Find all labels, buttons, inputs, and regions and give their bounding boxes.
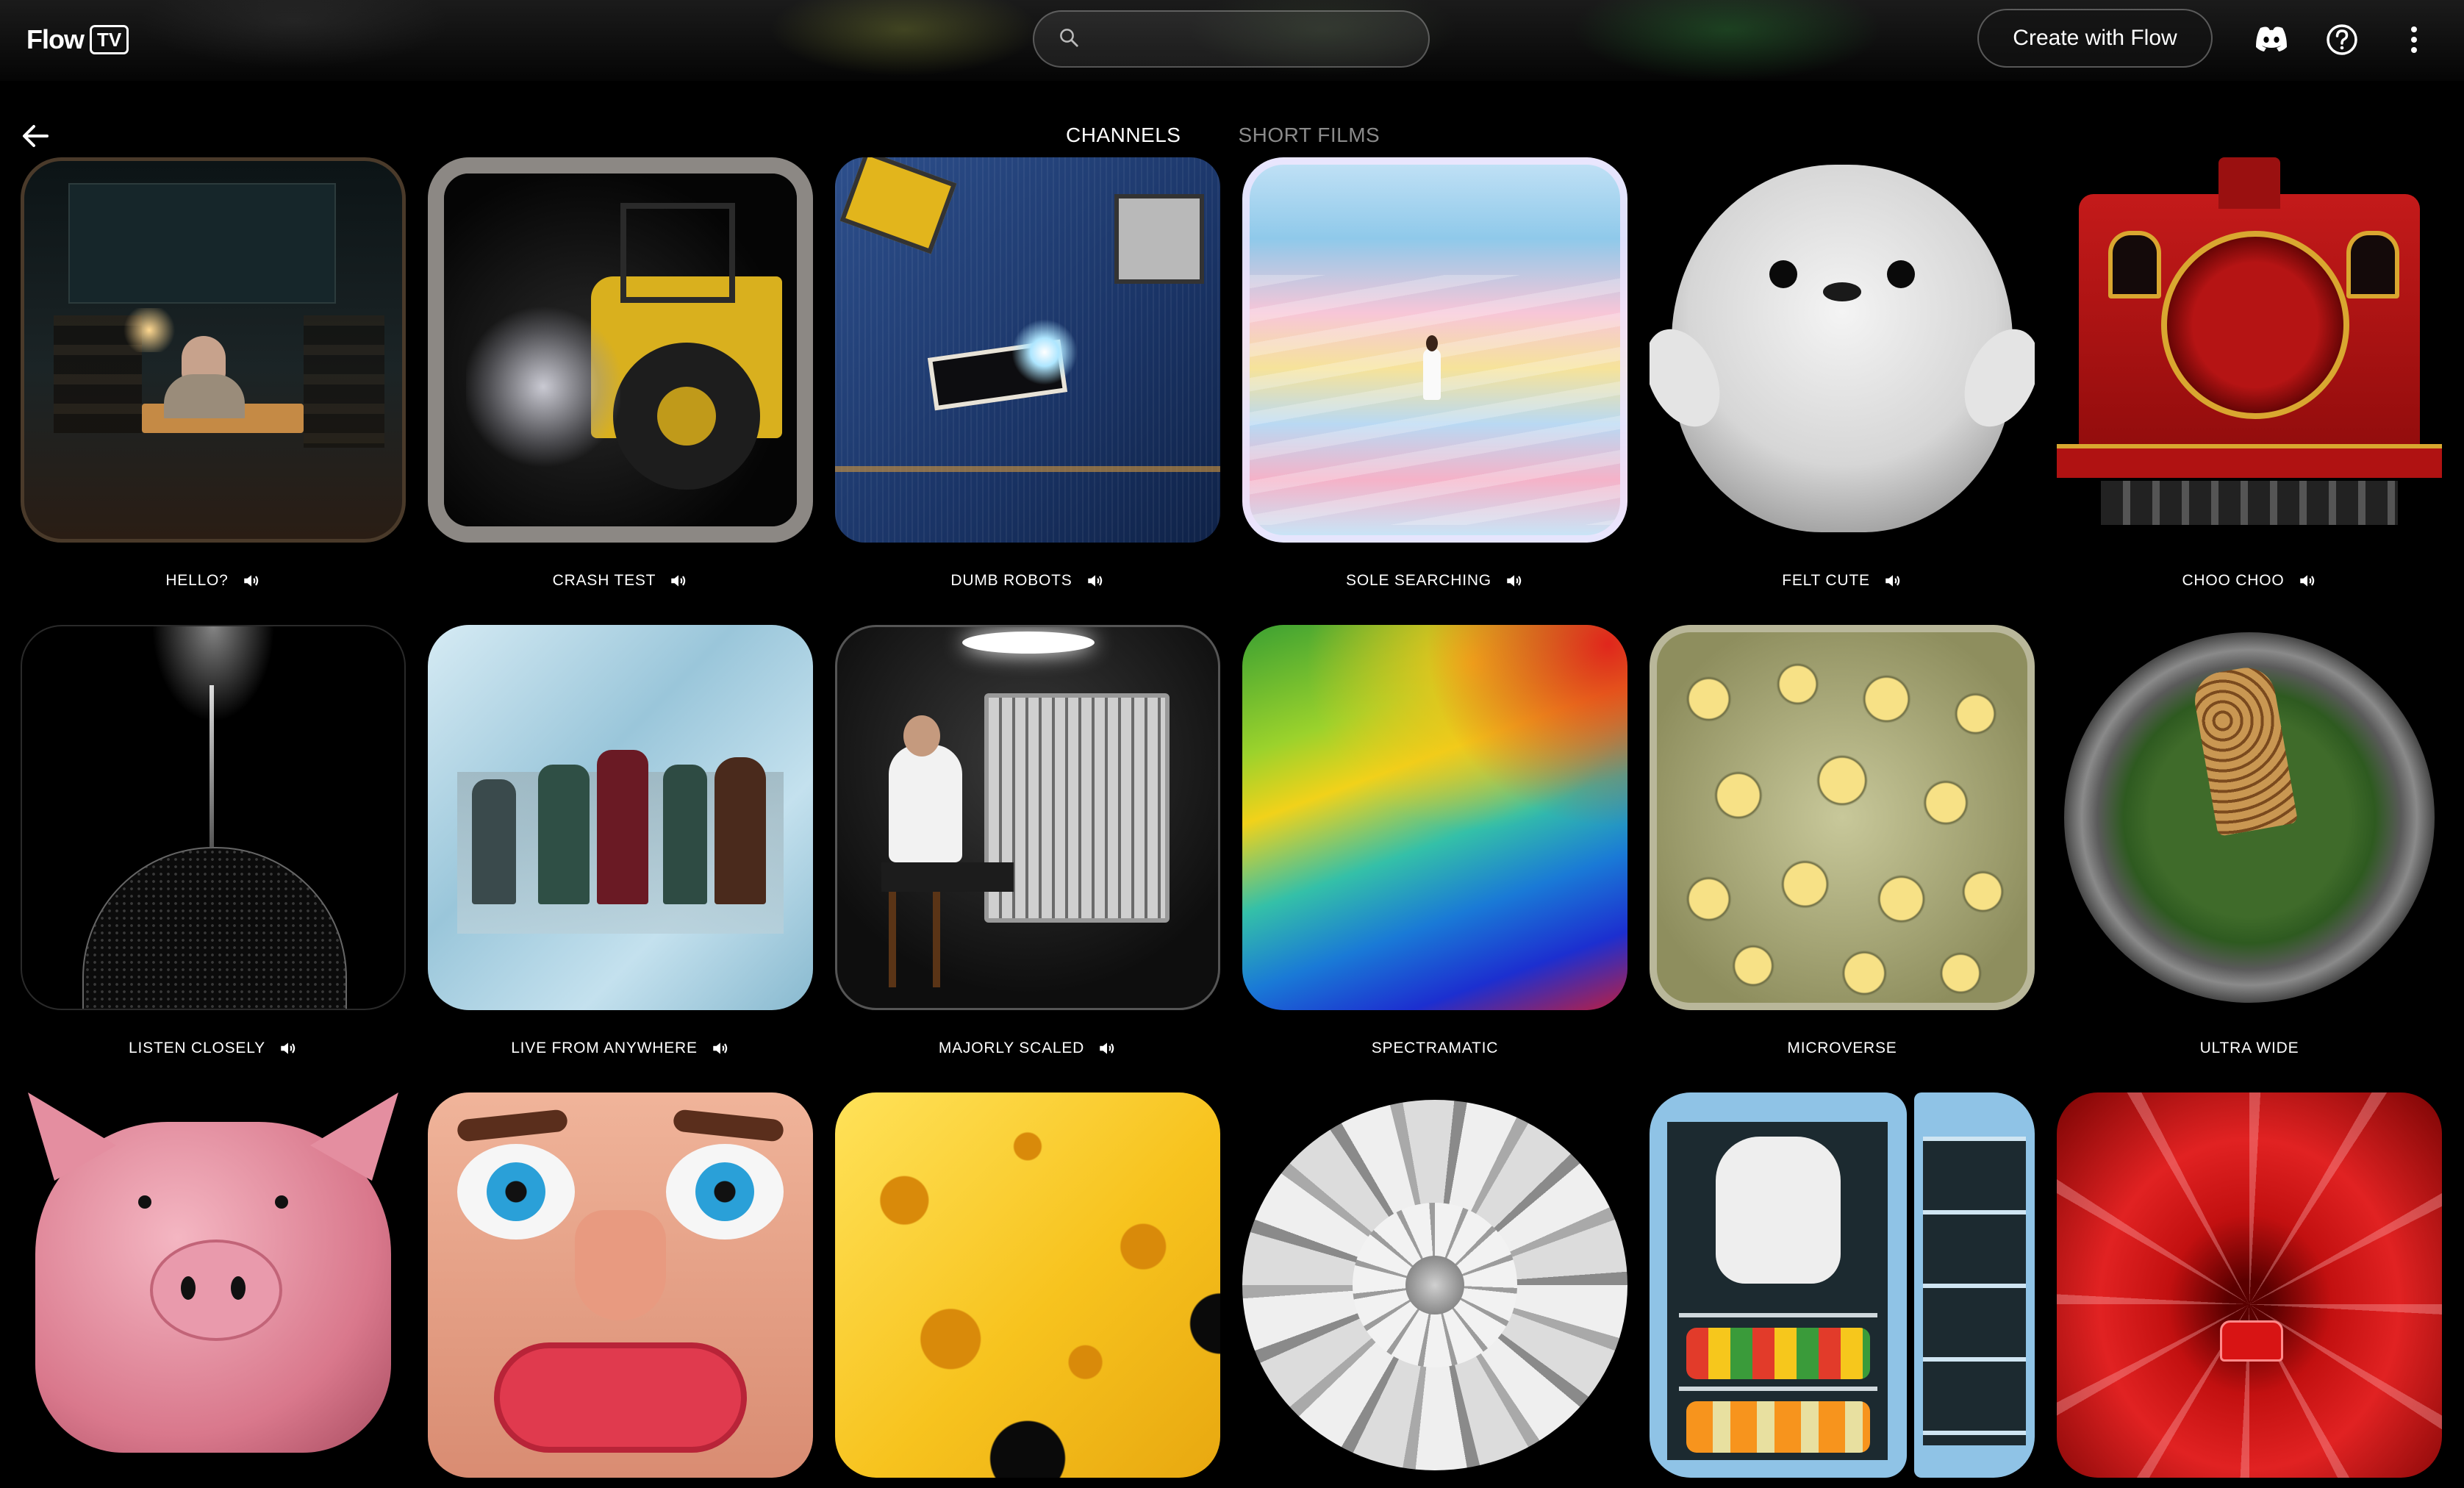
channel-card[interactable]: FELT CUTE bbox=[1650, 157, 2035, 589]
channel-card[interactable]: MAJORLY SCALED bbox=[835, 625, 1220, 1056]
channel-card[interactable]: SPECTRAMATIC bbox=[1242, 625, 1627, 1056]
volume-icon[interactable] bbox=[242, 571, 261, 590]
volume-icon[interactable] bbox=[1505, 571, 1524, 590]
channel-caption: ULTRA WIDE bbox=[2057, 1034, 2442, 1063]
channel-thumbnail[interactable] bbox=[835, 157, 1220, 543]
help-icon[interactable] bbox=[2323, 21, 2361, 59]
search-bar[interactable] bbox=[1033, 10, 1430, 68]
channel-caption: FELT CUTE bbox=[1650, 566, 2035, 595]
channel-thumbnail[interactable] bbox=[2057, 157, 2442, 543]
channel-caption: DUMB ROBOTS bbox=[835, 566, 1220, 595]
channel-thumbnail[interactable] bbox=[835, 1092, 1220, 1478]
more-vert-icon[interactable] bbox=[2395, 21, 2433, 59]
channel-card[interactable] bbox=[1242, 1092, 1627, 1478]
channel-thumbnail[interactable] bbox=[428, 157, 813, 543]
tab-short-films[interactable]: SHORT FILMS bbox=[1238, 119, 1380, 151]
channel-caption: SPECTRAMATIC bbox=[1242, 1034, 1627, 1063]
channel-card[interactable]: CRASH TEST bbox=[428, 157, 813, 589]
channel-title: FELT CUTE bbox=[1782, 572, 1870, 589]
create-with-flow-button[interactable]: Create with Flow bbox=[1977, 9, 2213, 68]
channel-card[interactable] bbox=[21, 1092, 406, 1478]
channel-title: LIVE FROM ANYWHERE bbox=[511, 1040, 698, 1056]
channel-tabs: CHANNELS SHORT FILMS bbox=[1066, 119, 1380, 151]
channel-thumbnail[interactable] bbox=[21, 1092, 406, 1478]
channel-thumbnail[interactable] bbox=[428, 1092, 813, 1478]
channel-caption: MICROVERSE bbox=[1650, 1034, 2035, 1063]
search-icon bbox=[1058, 26, 1080, 52]
channel-thumbnail[interactable] bbox=[1650, 1092, 2035, 1478]
channel-caption: SOLE SEARCHING bbox=[1242, 566, 1627, 595]
channel-thumbnail[interactable] bbox=[428, 625, 813, 1010]
channel-card[interactable] bbox=[835, 1092, 1220, 1478]
search-input[interactable] bbox=[1093, 26, 1428, 51]
channel-title: MICROVERSE bbox=[1787, 1040, 1897, 1056]
channel-caption: MAJORLY SCALED bbox=[835, 1034, 1220, 1063]
channel-card[interactable]: DUMB ROBOTS bbox=[835, 157, 1220, 589]
volume-icon[interactable] bbox=[279, 1039, 298, 1058]
volume-icon[interactable] bbox=[1883, 571, 1902, 590]
channel-title: LISTEN CLOSELY bbox=[129, 1040, 265, 1056]
channel-thumbnail[interactable] bbox=[1242, 1092, 1627, 1478]
channel-thumbnail[interactable] bbox=[2057, 625, 2442, 1010]
channel-card[interactable]: SOLE SEARCHING bbox=[1242, 157, 1627, 589]
channel-title: ULTRA WIDE bbox=[2199, 1040, 2299, 1056]
channel-title: SOLE SEARCHING bbox=[1346, 572, 1491, 589]
channel-caption: CHOO CHOO bbox=[2057, 566, 2442, 595]
channel-card[interactable]: LISTEN CLOSELY bbox=[21, 625, 406, 1056]
logo-text: Flow bbox=[26, 24, 85, 54]
channel-card[interactable]: ULTRA WIDE bbox=[2057, 625, 2442, 1056]
channel-thumbnail[interactable] bbox=[1650, 625, 2035, 1010]
channel-card[interactable]: CHOO CHOO bbox=[2057, 157, 2442, 589]
channel-title: CHOO CHOO bbox=[2182, 572, 2285, 589]
volume-icon[interactable] bbox=[711, 1039, 730, 1058]
logo-badge: TV bbox=[89, 25, 129, 54]
channel-caption: LIVE FROM ANYWHERE bbox=[428, 1034, 813, 1063]
channel-thumbnail[interactable] bbox=[2057, 1092, 2442, 1478]
channel-card[interactable] bbox=[1650, 1092, 2035, 1478]
top-bar: Flow TV Create with Flow bbox=[0, 0, 2464, 81]
flow-tv-logo[interactable]: Flow TV bbox=[26, 22, 129, 57]
channel-thumbnail[interactable] bbox=[1242, 157, 1627, 543]
volume-icon[interactable] bbox=[669, 571, 688, 590]
discord-icon[interactable] bbox=[2252, 21, 2291, 59]
volume-icon[interactable] bbox=[1097, 1039, 1117, 1058]
volume-icon[interactable] bbox=[2298, 571, 2317, 590]
channel-title: MAJORLY SCALED bbox=[938, 1040, 1085, 1056]
channel-card[interactable]: LIVE FROM ANYWHERE bbox=[428, 625, 813, 1056]
arrow-back-icon[interactable] bbox=[18, 118, 54, 154]
channel-thumbnail[interactable] bbox=[1650, 157, 2035, 543]
channel-caption: LISTEN CLOSELY bbox=[21, 1034, 406, 1063]
channel-card[interactable] bbox=[428, 1092, 813, 1478]
channel-title: CRASH TEST bbox=[552, 572, 656, 589]
channel-caption: CRASH TEST bbox=[428, 566, 813, 595]
channel-thumbnail[interactable] bbox=[21, 625, 406, 1010]
channel-card[interactable]: HELLO? bbox=[21, 157, 406, 589]
channel-thumbnail[interactable] bbox=[21, 157, 406, 543]
channel-title: DUMB ROBOTS bbox=[950, 572, 1072, 589]
channel-caption: HELLO? bbox=[21, 566, 406, 595]
channel-title: HELLO? bbox=[165, 572, 229, 589]
channel-card[interactable]: MICROVERSE bbox=[1650, 625, 2035, 1056]
tab-channels[interactable]: CHANNELS bbox=[1066, 119, 1181, 151]
volume-icon[interactable] bbox=[1086, 571, 1105, 590]
channel-title: SPECTRAMATIC bbox=[1371, 1040, 1499, 1056]
channel-card[interactable] bbox=[2057, 1092, 2442, 1478]
channel-thumbnail[interactable] bbox=[1242, 625, 1627, 1010]
channel-thumbnail[interactable] bbox=[835, 625, 1220, 1010]
